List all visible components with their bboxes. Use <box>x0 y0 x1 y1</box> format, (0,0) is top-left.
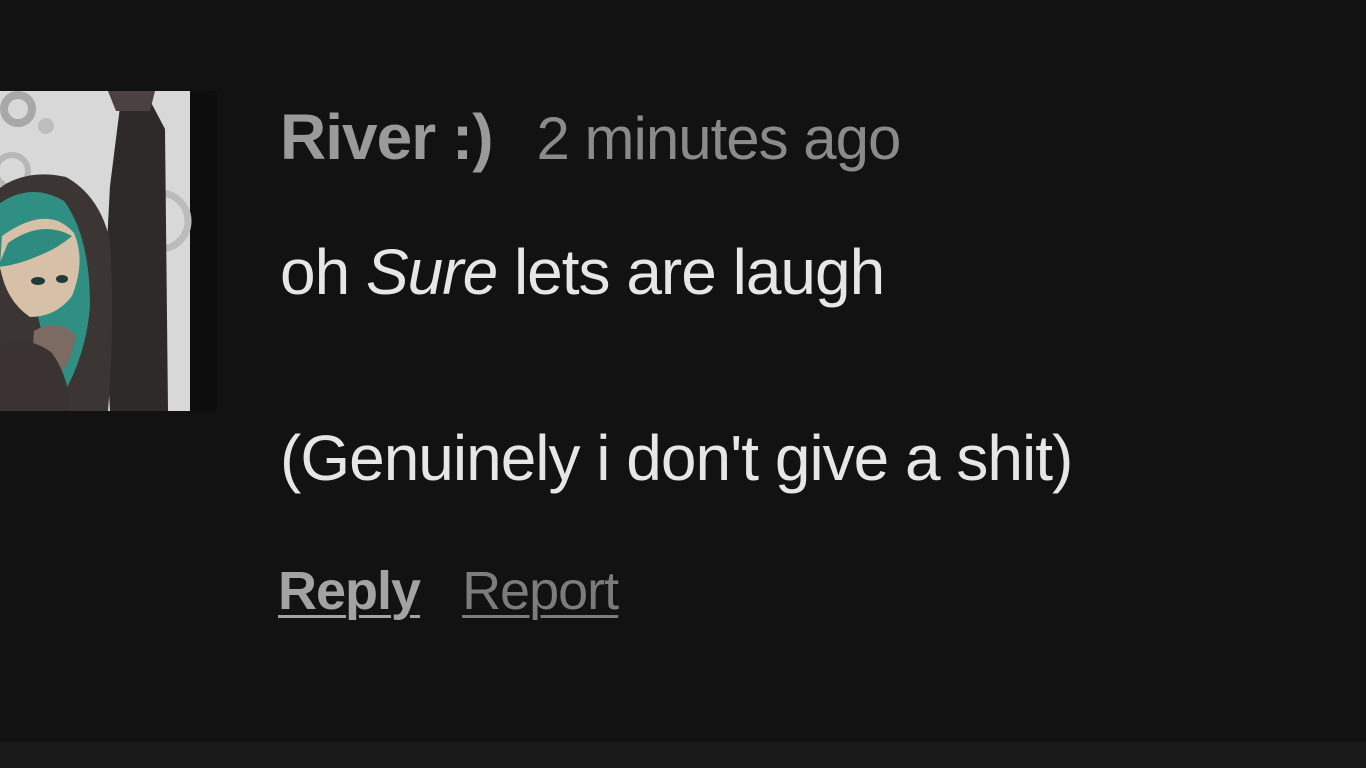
comment-timestamp: 2 minutes ago <box>536 105 902 172</box>
page-bottom-strip <box>0 742 1366 768</box>
reply-link[interactable]: Reply <box>278 560 421 622</box>
comment-body: oh Sure lets are laugh (Genuinely i don'… <box>280 240 1073 494</box>
comment-line-1-suffix: lets are laugh <box>497 236 885 308</box>
comment-card: River :) 2 minutes ago oh Sure lets are … <box>0 0 1366 742</box>
comment-header: River :) 2 minutes ago <box>280 100 902 180</box>
avatar-icon <box>0 91 218 411</box>
comment-actions: Reply Report <box>278 560 619 622</box>
author-name[interactable]: River :) <box>280 100 493 174</box>
comment-line-1-prefix: oh <box>280 236 366 308</box>
comment-emphasis: Sure <box>365 236 498 308</box>
report-link[interactable]: Report <box>462 560 619 622</box>
comment-line-2: (Genuinely i don't give a shit) <box>280 422 1073 494</box>
user-avatar[interactable] <box>0 91 218 411</box>
comment-line-1: oh Sure lets are laugh <box>280 240 1072 320</box>
